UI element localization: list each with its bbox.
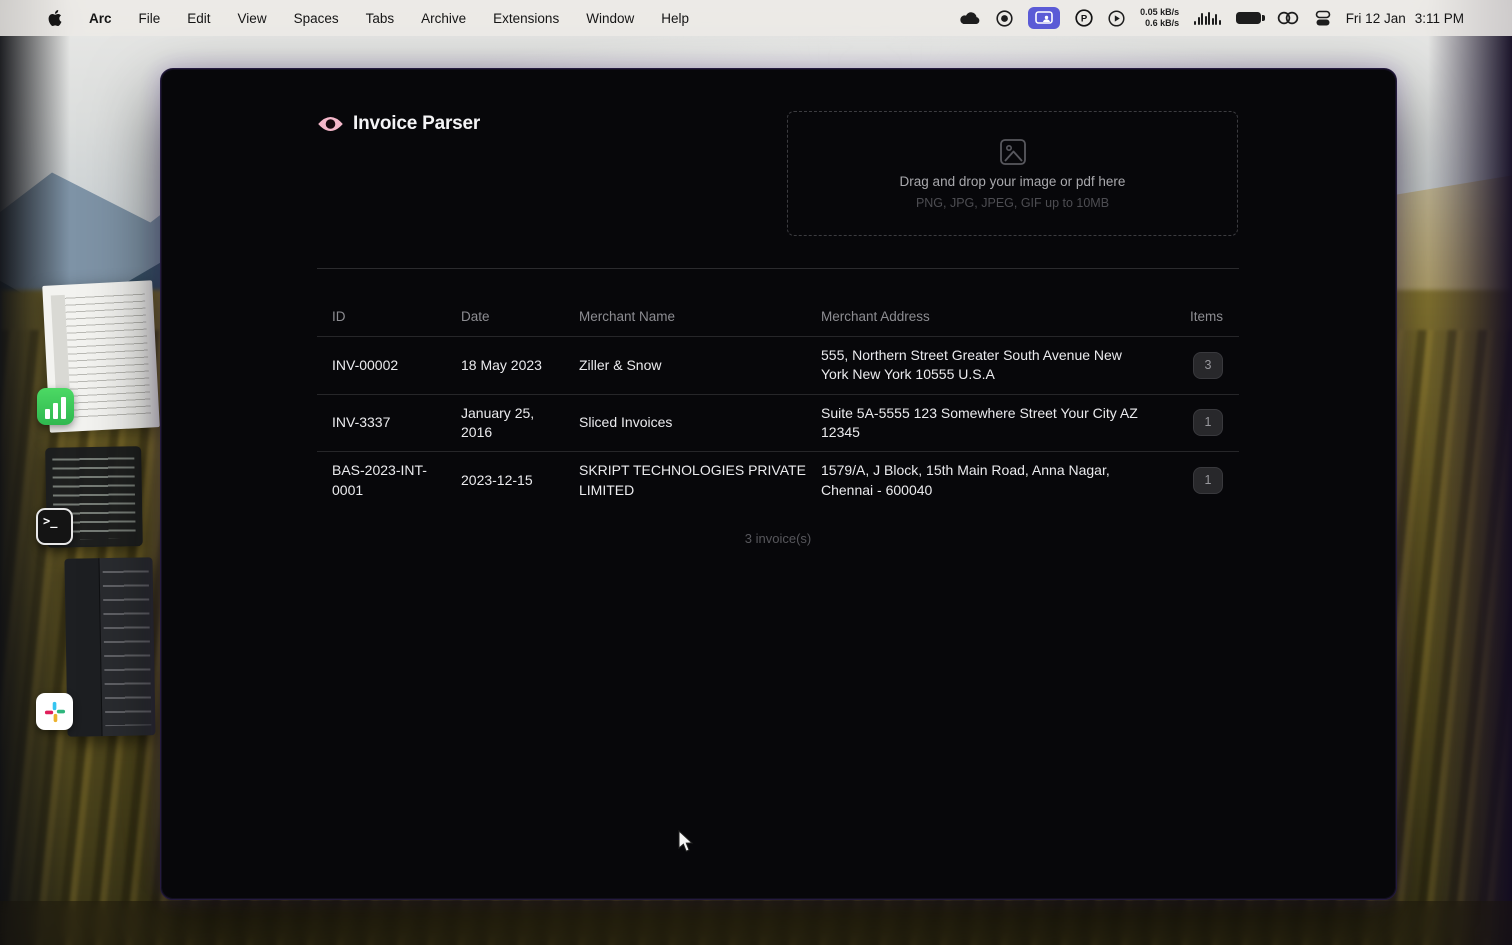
page-title: Invoice Parser [353,113,481,134]
invoice-count-footer: 3 invoice(s) [744,530,812,546]
mouse-cursor [677,829,696,859]
cell-merchant-name: SKRIPT TECHNOLOGIES PRIVATE LIMITED [579,462,806,498]
screen-sharing-indicator[interactable] [1028,7,1061,29]
clock-time: 3:11 PM [1414,10,1464,26]
image-placeholder-icon [999,139,1026,165]
column-header-merchant-address: Merchant Address [821,309,930,324]
items-count-badge: 1 [1193,409,1223,437]
screen-share-icon [1035,11,1053,24]
menu-item-help[interactable]: Help [661,11,689,26]
table-row[interactable]: BAS-2023-INT-0001 2023-12-15 SKRIPT TECH… [317,451,1239,509]
play-icon[interactable] [1108,9,1125,27]
record-icon[interactable] [996,9,1013,27]
menu-item-file[interactable]: File [139,11,161,26]
menu-bar-clock[interactable]: Fri 12 Jan 3:11 PM [1346,11,1464,26]
bar-icon [45,409,50,419]
cell-invoice-date: 2023-12-15 [461,471,533,488]
network-speed-up: 0.05 kB/s [1140,7,1180,18]
column-header-id: ID [332,309,346,324]
network-speed-indicator[interactable]: 0.05 kB/s 0.6 kB/s [1140,7,1179,29]
cloud-icon[interactable] [959,11,981,25]
eye-logo-icon [318,117,343,131]
slack-window-thumbnail[interactable] [64,557,156,737]
audio-waveform-icon[interactable] [1194,11,1221,25]
cell-invoice-id: INV-00002 [332,356,399,373]
apple-menu-icon[interactable] [48,10,62,26]
cell-invoice-date: 18 May 2023 [461,356,542,373]
column-header-merchant-name: Merchant Name [579,309,676,324]
menu-bar: Arc File Edit View Spaces Tabs Archive E… [0,0,1512,36]
bar-icon [61,397,66,419]
column-header-items: Items [1189,309,1223,324]
slack-app-icon[interactable] [36,693,73,730]
column-header-date: Date [461,309,490,324]
bar-icon [53,403,58,419]
network-speed-down: 0.6 kB/s [1145,18,1180,28]
cell-merchant-address: 555, Northern Street Greater South Avenu… [821,347,1122,383]
chart-app-icon[interactable] [37,388,74,425]
menu-item-extensions[interactable]: Extensions [493,11,559,26]
dropzone-filetypes: PNG, JPG, JPEG, GIF up to 10MB [915,196,1110,210]
dropzone-instruction: Drag and drop your image or pdf here [899,174,1126,189]
onepassword-icon[interactable]: P [1075,9,1093,27]
app-brand: Invoice Parser [317,113,480,135]
menu-bar-left: Arc File Edit View Spaces Tabs Archive E… [0,10,689,26]
menu-bar-status-area: P 0.05 kB/s 0.6 kB/s Fri 12 Jan 3:11 PM [959,7,1512,29]
menu-item-tabs[interactable]: Tabs [366,11,395,26]
file-dropzone[interactable]: Drag and drop your image or pdf here PNG… [787,111,1238,236]
cell-merchant-address: Suite 5A-5555 123 Somewhere Street Your … [821,404,1138,440]
menu-item-spaces[interactable]: Spaces [294,11,339,26]
clock-date: Fri 12 Jan [1345,10,1406,26]
cell-merchant-name: Sliced Invoices [579,414,673,431]
battery-icon[interactable] [1235,12,1265,24]
cell-merchant-address: 1579/A, J Block, 15th Main Road, Anna Na… [821,462,1110,498]
cell-invoice-id: INV-3337 [332,414,391,431]
cell-invoice-id: BAS-2023-INT-0001 [332,462,427,498]
screen-edge-vignette-right [1428,0,1512,945]
menu-item-edit[interactable]: Edit [187,11,210,26]
table-row[interactable]: INV-3337 January 25, 2016 Sliced Invoice… [317,393,1239,452]
table-row[interactable]: INV-00002 18 May 2023 Ziller & Snow 555,… [317,336,1239,394]
items-count-badge: 1 [1193,467,1223,495]
menu-item-view[interactable]: View [238,11,267,26]
menu-item-archive[interactable]: Archive [421,11,466,26]
svg-text:P: P [1081,14,1088,25]
slack-messages-preview [102,565,152,727]
terminal-app-icon[interactable]: >_ [36,508,73,545]
menu-item-arc[interactable]: Arc [89,11,112,26]
cell-invoice-date: January 25, 2016 [461,404,535,440]
link-chain-icon[interactable] [1276,11,1300,25]
screen-bottom-blur-strip [0,901,1512,945]
apple-logo-icon [48,10,62,26]
invoice-parser-window: Invoice Parser Drag and drop your image … [160,68,1397,900]
stacked-windows-icon[interactable] [1315,10,1331,27]
table-header-row: ID Date Merchant Name Merchant Address I… [317,269,1239,336]
items-count-badge: 3 [1193,351,1223,379]
menu-item-window[interactable]: Window [586,11,634,26]
invoices-table: ID Date Merchant Name Merchant Address I… [317,268,1239,546]
arrow-cursor-icon [678,829,694,852]
slack-logo-icon [44,701,65,722]
cell-merchant-name: Ziller & Snow [579,356,662,373]
desktop: >_ Arc File Edit View Spaces Tabs Archiv… [0,0,1512,945]
